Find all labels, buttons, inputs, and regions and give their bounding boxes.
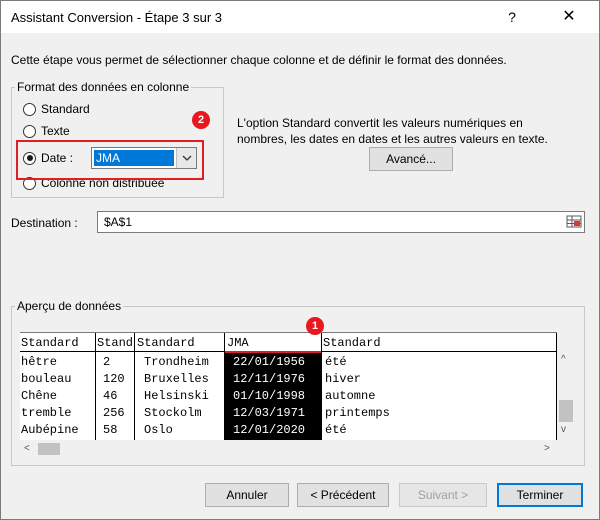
preview-cell: tremble <box>21 406 72 420</box>
column-header[interactable]: Stand <box>96 335 133 351</box>
radio-standard[interactable]: Standard <box>23 100 90 118</box>
column-break[interactable] <box>224 333 225 440</box>
preview-cell: 46 <box>103 389 118 403</box>
radio-circle[interactable] <box>23 102 36 116</box>
window-title: Assistant Conversion - Étape 3 sur 3 <box>11 10 222 25</box>
destination-value: $A$1 <box>104 215 133 229</box>
preview-horizontal-scrollbar[interactable]: < > <box>20 440 557 458</box>
scroll-down-icon[interactable]: v <box>561 424 566 435</box>
column-break[interactable] <box>95 333 96 440</box>
preview-cell: Aubépine <box>21 423 79 437</box>
preview-cell: 12/03/1971 <box>233 406 306 420</box>
preview-cell: 2 <box>103 355 111 369</box>
preview-cell: été <box>325 355 347 369</box>
column-header[interactable]: Standard <box>136 335 195 351</box>
preview-cell: automne <box>325 389 376 403</box>
preview-cell: été <box>325 423 347 437</box>
title-bar: Assistant Conversion - Étape 3 sur 3 ? ✕ <box>1 1 599 33</box>
preview-cell: Bruxelles <box>144 372 209 386</box>
column-break[interactable] <box>134 333 135 440</box>
column-header[interactable]: Standard <box>322 335 381 351</box>
close-button[interactable]: ✕ <box>549 4 589 30</box>
scroll-right-icon[interactable]: > <box>544 443 550 454</box>
preview-cell: Trondheim <box>144 355 209 369</box>
selected-column-marker <box>225 351 321 353</box>
horizontal-scroll-thumb[interactable] <box>38 443 60 455</box>
preview-cell: Stockolm <box>144 406 202 420</box>
preview-cell: hêtre <box>21 355 58 369</box>
radio-circle[interactable] <box>23 124 36 138</box>
preview-cell: 58 <box>103 423 118 437</box>
preview-cell: 120 <box>103 372 125 386</box>
destination-input[interactable]: $A$1 <box>97 211 585 233</box>
preview-cell: bouleau <box>21 372 72 386</box>
preview-group-legend: Aperçu de données <box>15 299 124 313</box>
next-button[interactable]: Suivant > <box>399 483 487 507</box>
column-header[interactable]: Standard <box>20 335 79 351</box>
explanation-line: L'option Standard convertit les valeurs … <box>237 116 523 130</box>
preview-cell: Helsinski <box>144 389 209 403</box>
preview-cell: 12/01/2020 <box>233 423 306 437</box>
column-break[interactable] <box>321 333 322 440</box>
vertical-scroll-thumb[interactable] <box>559 400 573 422</box>
preview-cell: 22/01/1956 <box>233 355 306 369</box>
annotation-badge-2: 2 <box>192 111 210 129</box>
format-explanation: L'option Standard convertit les valeurs … <box>237 115 548 147</box>
radio-standard-label: Standard <box>41 102 90 116</box>
preview-cell: 256 <box>103 406 125 420</box>
radio-texte-label: Texte <box>41 124 70 138</box>
explanation-line: nombres, les dates en dates et les autre… <box>237 132 548 146</box>
format-group-legend: Format des données en colonne <box>15 80 192 94</box>
advanced-button[interactable]: Avancé... <box>369 147 453 171</box>
preview-cell: Oslo <box>144 423 173 437</box>
scroll-left-icon[interactable]: < <box>24 443 30 454</box>
data-preview-grid[interactable]: Standard Stand Standard JMA Standard hêt… <box>20 332 557 440</box>
preview-cell: 01/10/1998 <box>233 389 306 403</box>
finish-button[interactable]: Terminer <box>497 483 583 507</box>
date-highlight-box <box>16 140 204 180</box>
previous-button[interactable]: < Précédent <box>297 483 389 507</box>
column-header[interactable]: JMA <box>226 335 249 351</box>
annotation-badge-1: 1 <box>306 317 324 335</box>
preview-vertical-scrollbar[interactable]: ^ v <box>557 332 575 440</box>
preview-cell: hiver <box>325 372 362 386</box>
radio-texte[interactable]: Texte <box>23 122 70 140</box>
scroll-up-icon[interactable]: ^ <box>561 354 566 365</box>
preview-cell: 12/11/1976 <box>233 372 306 386</box>
help-button[interactable]: ? <box>497 4 527 30</box>
destination-label: Destination : <box>11 216 78 230</box>
cancel-button[interactable]: Annuler <box>205 483 289 507</box>
conversion-dialog: Assistant Conversion - Étape 3 sur 3 ? ✕… <box>0 0 600 520</box>
intro-text: Cette étape vous permet de sélectionner … <box>11 53 507 67</box>
preview-cell: printemps <box>325 406 390 420</box>
preview-cell: Chêne <box>21 389 58 403</box>
range-select-icon[interactable] <box>566 214 582 230</box>
